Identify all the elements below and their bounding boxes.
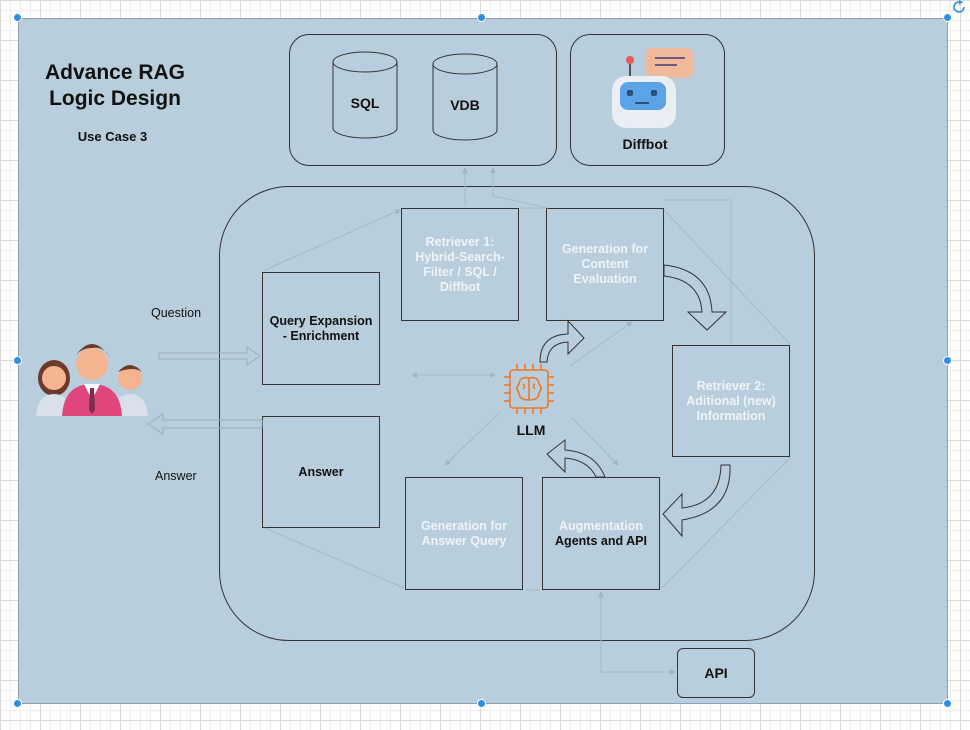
- query-expansion-node[interactable]: Query Expansion - Enrichment: [262, 272, 380, 385]
- retriever-2-label: Retriever 2: Aditional (new) Information: [686, 378, 776, 423]
- title-line-2: Logic Design: [49, 87, 181, 110]
- robot-chat-icon: [612, 48, 693, 128]
- selection-handle-bottom-center[interactable]: [477, 699, 486, 708]
- selection-handle-top-right[interactable]: [943, 13, 952, 22]
- vdb-label: VDB: [450, 97, 480, 113]
- diagram-subtitle: Use Case 3: [77, 129, 148, 144]
- retriever-2-node[interactable]: Retriever 2: Aditional (new) Information: [672, 345, 790, 457]
- agents-api-label: Agents and API: [555, 533, 647, 548]
- question-label: Question: [151, 306, 202, 320]
- generation-content-evaluation-node[interactable]: Generation for Content Evaluation: [546, 208, 664, 321]
- sql-label: SQL: [350, 95, 380, 111]
- title-line-1: Advance RAG: [44, 61, 186, 84]
- selection-handle-bottom-left[interactable]: [13, 699, 22, 708]
- retriever-1-label: Retriever 1: Hybrid-Search-Filter / SQL …: [415, 234, 505, 294]
- generation-answer-query-label: Generation for Answer Query: [420, 518, 508, 548]
- selection-handle-top-center[interactable]: [477, 13, 486, 22]
- selection-handle-middle-left[interactable]: [13, 356, 22, 365]
- retriever-1-node[interactable]: Retriever 1: Hybrid-Search-Filter / SQL …: [401, 208, 519, 321]
- selection-handle-middle-right[interactable]: [943, 356, 952, 365]
- rotate-handle-icon[interactable]: [952, 0, 968, 14]
- api-node[interactable]: API: [677, 648, 755, 698]
- diffbot-label: Diffbot: [622, 136, 668, 152]
- api-label: API: [704, 664, 728, 681]
- generation-content-evaluation-label: Generation for Content Evaluation: [561, 242, 649, 286]
- query-expansion-label: Query Expansion - Enrichment: [269, 313, 373, 343]
- answer-node[interactable]: Answer: [262, 416, 380, 528]
- augmentation-label: Augmentation: [558, 518, 644, 533]
- diagram-title: Advance RAG Logic Design: [40, 60, 190, 112]
- brain-chip-icon: [504, 364, 554, 414]
- users-group-icon: [36, 344, 148, 416]
- answer-node-label: Answer: [298, 464, 344, 479]
- llm-label: LLM: [516, 422, 546, 438]
- answer-flow-label: Answer: [155, 469, 197, 483]
- generation-answer-query-node[interactable]: Generation for Answer Query: [405, 477, 523, 590]
- augmentation-node[interactable]: Augmentation Agents and API: [542, 477, 660, 590]
- selection-handle-top-left[interactable]: [13, 13, 22, 22]
- selection-handle-bottom-right[interactable]: [943, 699, 952, 708]
